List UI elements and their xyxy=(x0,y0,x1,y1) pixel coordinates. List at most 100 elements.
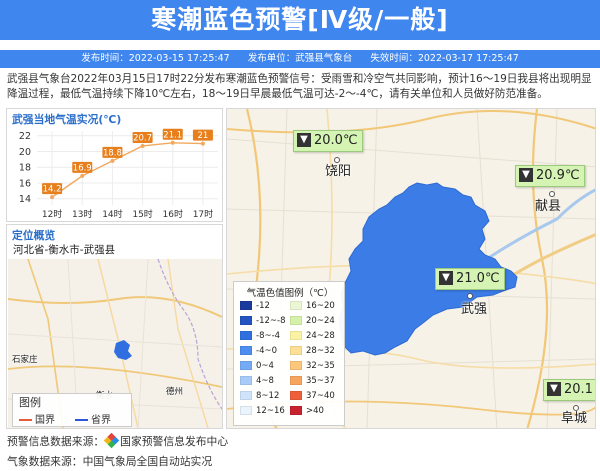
legend-range-label: -12~-8 xyxy=(256,316,286,326)
warning-area-map[interactable]: ▼ 20.0℃ ▼ 20.9℃ ▼ 21.0℃ ▼ 20.1 饶阳 献县 武强 阜城 气… xyxy=(226,108,596,429)
legend-color-swatch xyxy=(290,331,302,340)
legend-range-label: 35~37 xyxy=(306,376,335,386)
publish-time-label: 发布时间： xyxy=(81,53,129,64)
legend-range-label: -12 xyxy=(256,301,270,311)
map-legend: 图例 国界 省界 xyxy=(12,393,132,427)
legend-range-label: 32~35 xyxy=(306,361,335,371)
warning-source-line: 预警信息数据来源： 国家预警信息发布中心 xyxy=(7,432,228,449)
data-label: 18.8 xyxy=(103,149,122,159)
legend-color-swatch xyxy=(240,376,252,385)
expire-time-label: 失效时间： xyxy=(370,53,418,64)
temperature-legend-item: 16~20 xyxy=(290,300,335,312)
legend-range-label: 24~28 xyxy=(306,331,335,341)
legend-province-border: 省界 xyxy=(75,411,111,426)
legend-range-label: >40 xyxy=(306,406,324,416)
temp-box-fucheng: ▼ 20.1 xyxy=(543,379,595,401)
local-temperature-panel: 14 16 18 20 22 12时 13时 14时 15时 16时 17时 14.2 16.9 18.8… xyxy=(6,108,223,222)
warning-meta-bar: 发布时间：2022-03-15 17:25:47 发布单位：武强县气象台 失效时… xyxy=(0,50,600,68)
data-label: 21.1 xyxy=(163,130,182,140)
temperature-legend-item: -4~0 xyxy=(240,345,277,357)
legend-range-label: 12~16 xyxy=(256,406,285,416)
temperature-legend-item: 4~8 xyxy=(240,375,274,387)
expire-time: 2022-03-17 17:25:47 xyxy=(417,53,519,64)
x-tick-label: 17时 xyxy=(193,208,213,220)
warning-description: 武强县气象台2022年03月15日17时22分发布寒潮蓝色预警信号：受雨雪和冷空… xyxy=(7,73,592,100)
weather-source-line: 气象数据来源：中国气象局全国自动站实况 xyxy=(7,455,213,468)
legend-color-swatch xyxy=(290,406,302,415)
temperature-legend-item: 35~37 xyxy=(290,375,335,387)
legend-range-label: 8~12 xyxy=(256,391,280,401)
warning-center-logo-icon xyxy=(103,432,120,449)
x-tick-label: 13时 xyxy=(72,208,92,220)
data-label: 16.9 xyxy=(73,163,92,173)
y-tick-label: 20 xyxy=(19,147,31,158)
temperature-data-point xyxy=(110,158,115,163)
y-tick-label: 16 xyxy=(19,178,31,189)
temperature-data-point xyxy=(50,195,55,200)
warning-source-name[interactable]: 国家预警信息发布中心 xyxy=(120,435,228,448)
location-overview-panel: 定位概览 河北省-衡水市-武强县 石家庄 衡水 德州 图例 国界 xyxy=(6,224,223,429)
temperature-data-point xyxy=(140,143,145,148)
x-tick-label: 12时 xyxy=(42,208,62,220)
x-tick-label: 16时 xyxy=(163,208,183,220)
temperature-legend-item: -12 xyxy=(240,300,270,312)
temperature-legend-item: 37~40 xyxy=(290,390,335,402)
temperature-color-legend: 气温色值图例（℃） -12 16~20 -12~-8 20~24 -8~-4 24~28 -… xyxy=(233,281,345,426)
legend-color-swatch xyxy=(240,301,252,310)
temp-box-wuqiang: ▼ 21.0℃ xyxy=(435,268,505,290)
temperature-data-point xyxy=(80,173,85,178)
temperature-legend-item: 8~12 xyxy=(240,390,279,402)
map-label-shijiazhuang: 石家庄 xyxy=(12,355,38,365)
legend-color-swatch xyxy=(290,316,302,325)
city-label-raoyang: 饶阳 xyxy=(325,164,352,179)
temperature-legend-item: 28~32 xyxy=(290,345,335,357)
legend-range-label: 4~8 xyxy=(256,376,274,386)
legend-range-label: 20~24 xyxy=(306,316,335,326)
temperature-legend-item: 24~28 xyxy=(290,330,335,342)
temperature-data-point xyxy=(170,140,175,145)
city-label-xianxian: 献县 xyxy=(535,199,562,214)
temperature-legend-item: -12~-8 xyxy=(240,315,285,327)
publish-time: 2022-03-15 17:25:47 xyxy=(128,53,230,64)
down-arrow-icon: ▼ xyxy=(439,270,453,285)
province-border-line-icon xyxy=(75,419,88,421)
location-overview-map[interactable]: 石家庄 衡水 德州 图例 国界 省界 xyxy=(8,259,222,428)
temperature-legend-title: 气温色值图例（℃） xyxy=(246,288,334,299)
legend-range-label: 28~32 xyxy=(306,346,335,356)
city-label-fucheng: 阜城 xyxy=(561,411,588,426)
data-label: 21 xyxy=(198,131,209,141)
temperature-legend-item: 20~24 xyxy=(290,315,335,327)
legend-range-label: 0~4 xyxy=(256,361,274,371)
legend-color-swatch xyxy=(240,391,252,400)
legend-range-label: 16~20 xyxy=(306,301,335,311)
location-panel-title: 定位概览 xyxy=(12,229,56,242)
legend-national-border: 国界 xyxy=(19,411,55,426)
legend-color-swatch xyxy=(240,346,252,355)
temperature-data-point xyxy=(200,141,205,146)
location-path: 河北省-衡水市-武强县 xyxy=(13,244,116,256)
legend-color-swatch xyxy=(290,301,302,310)
legend-color-swatch xyxy=(240,406,252,415)
temperature-legend-item: 12~16 xyxy=(240,405,285,417)
x-tick-label: 15时 xyxy=(132,208,152,220)
temp-box-raoyang: ▼ 20.0℃ xyxy=(293,130,363,152)
map-legend-title: 图例 xyxy=(19,396,41,409)
legend-color-swatch xyxy=(240,361,252,370)
temperature-legend-item: -8~-4 xyxy=(240,330,280,342)
legend-color-swatch xyxy=(290,376,302,385)
legend-color-swatch xyxy=(290,361,302,370)
city-label-wuqiang: 武强 xyxy=(461,302,488,317)
national-border-line-icon xyxy=(19,419,32,421)
y-tick-label: 18 xyxy=(19,163,31,174)
legend-range-label: 37~40 xyxy=(306,391,335,401)
down-arrow-icon: ▼ xyxy=(519,167,533,182)
x-tick-label: 14时 xyxy=(102,208,122,220)
y-tick-label: 14 xyxy=(19,194,31,205)
legend-color-swatch xyxy=(290,391,302,400)
legend-color-swatch xyxy=(240,331,252,340)
y-tick-label: 22 xyxy=(19,131,31,142)
data-label: 20.7 xyxy=(133,134,152,144)
legend-range-label: -8~-4 xyxy=(256,331,281,341)
legend-color-swatch xyxy=(240,316,252,325)
down-arrow-icon: ▼ xyxy=(297,132,311,147)
